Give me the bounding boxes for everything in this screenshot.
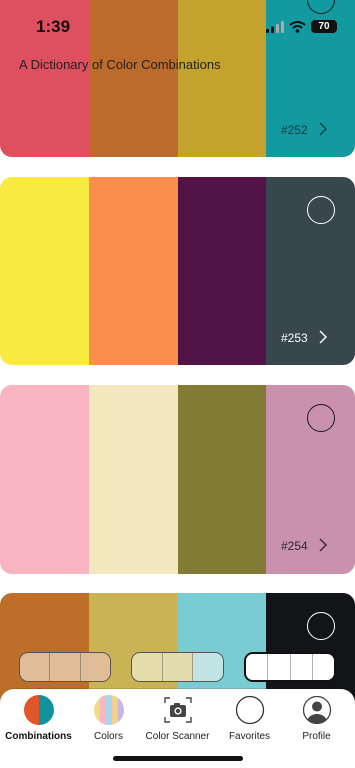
tab-combinations[interactable]: Combinations (3, 695, 74, 751)
system-icons: 70 (266, 20, 337, 33)
wifi-icon (289, 20, 306, 33)
palette-chip[interactable] (244, 652, 336, 682)
tab-favorites[interactable]: Favorites (214, 695, 285, 751)
color-swatch (88, 385, 178, 574)
tab-profile[interactable]: Profile (281, 695, 352, 751)
tab-label: Colors (94, 731, 123, 742)
chevron-right-icon[interactable] (316, 122, 330, 136)
color-swatch (88, 177, 178, 365)
circle-icon (235, 695, 264, 725)
tab-label: Color Scanner (145, 731, 210, 742)
color-swatch (0, 177, 89, 365)
palette-chip[interactable] (131, 652, 224, 682)
page-title: A Dictionary of Color Combinations (19, 57, 221, 72)
chevron-right-icon[interactable] (316, 330, 330, 344)
tab-label: Favorites (228, 731, 271, 742)
combination-number: #253 (281, 331, 308, 345)
combination-card-253[interactable]: #253 (0, 177, 355, 365)
battery-icon: 70 (311, 20, 337, 33)
color-swatch (0, 385, 89, 574)
favorite-toggle[interactable] (307, 404, 335, 432)
combination-number: #254 (281, 539, 308, 553)
colors-icon (93, 695, 124, 725)
camera-icon (163, 697, 192, 723)
home-indicator (113, 756, 243, 761)
favorite-toggle[interactable] (307, 196, 335, 224)
tab-label: Profile (302, 731, 331, 742)
color-swatch (177, 385, 267, 574)
combinations-icon (23, 695, 54, 725)
palette-chip[interactable] (19, 652, 111, 682)
person-icon (302, 695, 331, 725)
status-time: 1:39 (36, 17, 71, 36)
tab-colors[interactable]: Colors (73, 695, 144, 751)
chevron-right-icon[interactable] (316, 538, 330, 552)
combination-card-254[interactable]: #254 (0, 385, 355, 574)
combination-number: #252 (281, 123, 308, 137)
color-swatch (177, 177, 267, 365)
status-bar: 1:39 70 (0, 0, 355, 48)
tab-color-scanner[interactable]: Color Scanner (142, 695, 213, 751)
favorite-toggle[interactable] (307, 612, 335, 640)
signal-icon (266, 20, 284, 33)
tab-label: Combinations (5, 731, 72, 742)
